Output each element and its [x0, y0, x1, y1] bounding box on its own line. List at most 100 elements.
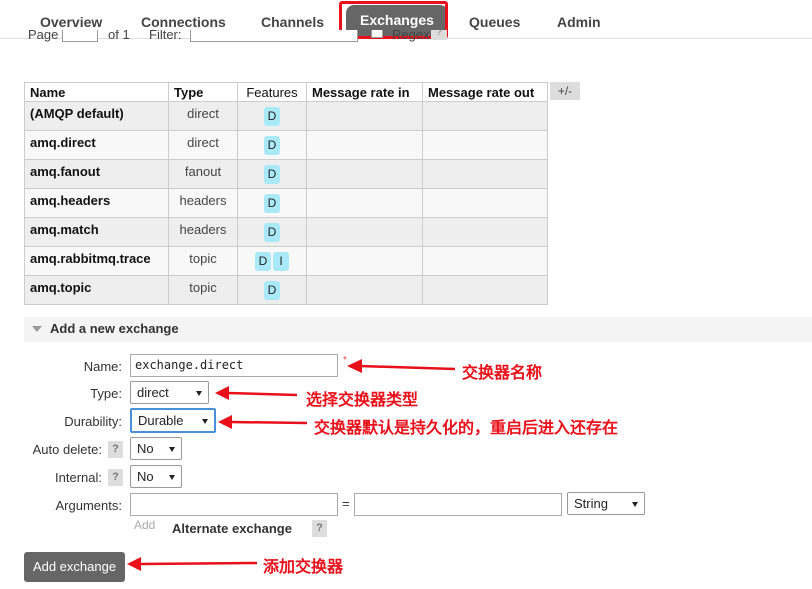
exchange-name[interactable]: amq.headers [24, 188, 169, 218]
filter-input[interactable] [190, 30, 358, 42]
exchange-features: D [237, 101, 307, 131]
exchange-features: D [237, 130, 307, 160]
collapse-triangle-icon [32, 326, 42, 332]
exchange-type: fanout [168, 159, 238, 189]
auto-delete-help-icon[interactable]: ? [108, 441, 123, 458]
durable-badge: D [264, 194, 280, 213]
rate-in-cell [306, 159, 423, 189]
arrow-name-head [347, 359, 362, 373]
durability-label: Durability: [64, 414, 122, 429]
rate-out-cell [422, 159, 548, 189]
type-select[interactable]: direct [130, 381, 209, 404]
durable-badge: D [264, 107, 280, 126]
durability-select[interactable]: Durable [130, 408, 216, 433]
durable-badge: D [264, 136, 280, 155]
table-row[interactable]: amq.direct direct D [24, 130, 548, 160]
col-rate-in: Message rate in [306, 82, 423, 102]
exchange-features: D [237, 188, 307, 218]
table-row[interactable]: amq.rabbitmq.trace topic DI [24, 246, 548, 276]
page-of-label: of 1 [108, 30, 130, 42]
exchange-name[interactable]: amq.direct [24, 130, 169, 160]
tab-admin[interactable]: Admin [557, 0, 601, 39]
dropdown-arrow-icon [632, 502, 638, 507]
argument-value-input[interactable] [354, 493, 562, 516]
exchange-type: direct [168, 101, 238, 131]
add-argument-link[interactable]: Add [134, 518, 155, 532]
arrow-name [359, 364, 456, 371]
regex-checkbox[interactable] [371, 30, 383, 38]
annotation-durability: 交换器默认是持久化的，重启后进入还存在 [314, 420, 619, 437]
alternate-exchange-help-icon[interactable]: ? [312, 520, 327, 537]
alternate-exchange-link[interactable]: Alternate exchange [172, 521, 292, 536]
durability-select-value: Durable [138, 413, 184, 428]
rate-in-cell [306, 101, 423, 131]
regex-help-icon[interactable]: ? [431, 30, 447, 40]
exchange-features: D [237, 217, 307, 247]
argument-equals: = [342, 496, 350, 511]
rate-out-cell [422, 101, 548, 131]
argument-type-select[interactable]: String [567, 492, 645, 515]
columns-toggle-button[interactable]: +/- [550, 82, 580, 100]
rate-in-cell [306, 217, 423, 247]
rate-in-cell [306, 275, 423, 305]
arrow-submit-head [127, 557, 141, 571]
rate-in-cell [306, 246, 423, 276]
tab-queues[interactable]: Queues [469, 0, 520, 39]
page-select[interactable] [62, 30, 98, 42]
internal-select[interactable]: No [130, 465, 182, 488]
table-row[interactable]: amq.topic topic D [24, 275, 548, 305]
argument-key-input[interactable] [130, 493, 338, 516]
exchange-name[interactable]: amq.rabbitmq.trace [24, 246, 169, 276]
page-label: Page [28, 30, 59, 42]
exchange-type: direct [168, 130, 238, 160]
auto-delete-select[interactable]: No [130, 437, 182, 460]
table-row[interactable]: amq.headers headers D [24, 188, 548, 218]
add-exchange-section-header[interactable]: Add a new exchange [24, 317, 812, 342]
exchange-name-input[interactable]: exchange.direct [130, 354, 338, 377]
exchange-name[interactable]: amq.topic [24, 275, 169, 305]
rate-out-cell [422, 217, 548, 247]
dropdown-arrow-icon [169, 475, 175, 480]
type-select-value: direct [137, 385, 169, 400]
filter-label: Filter: [149, 30, 182, 42]
durable-badge: D [264, 281, 280, 300]
rate-in-cell [306, 188, 423, 218]
internal-help-icon[interactable]: ? [108, 469, 123, 486]
dropdown-arrow-icon [202, 419, 208, 424]
exchange-type: headers [168, 188, 238, 218]
exchange-name[interactable]: amq.fanout [24, 159, 169, 189]
table-row[interactable]: amq.fanout fanout D [24, 159, 548, 189]
exchange-type: headers [168, 217, 238, 247]
required-mark: * [343, 355, 347, 366]
table-row[interactable]: (AMQP default) direct D [24, 101, 548, 131]
add-exchange-button[interactable]: Add exchange [24, 552, 125, 582]
annotation-type: 选择交换器类型 [306, 392, 419, 409]
table-row[interactable]: amq.match headers D [24, 217, 548, 247]
col-type[interactable]: Type [168, 82, 238, 102]
arrow-durability-head [218, 415, 232, 429]
argument-type-value: String [574, 496, 608, 511]
col-features: Features [237, 82, 307, 102]
annotation-submit: 添加交换器 [263, 559, 344, 576]
exchange-name[interactable]: amq.match [24, 217, 169, 247]
col-name[interactable]: Name [24, 82, 169, 102]
internal-badge: I [273, 252, 289, 271]
exchange-features: D [237, 275, 307, 305]
annotation-name: 交换器名称 [462, 365, 543, 382]
arrow-type-head [215, 386, 229, 400]
table-header-row: Name Type Features Message rate in Messa… [24, 82, 548, 102]
rate-out-cell [422, 275, 548, 305]
exchange-name[interactable]: (AMQP default) [24, 101, 169, 131]
arrow-type [227, 391, 298, 397]
regex-label: Regex [392, 30, 430, 42]
rate-in-cell [306, 130, 423, 160]
exchanges-table: Name Type Features Message rate in Messa… [24, 82, 548, 305]
exchange-type: topic [168, 246, 238, 276]
auto-delete-label: Auto delete: [32, 442, 102, 457]
col-rate-out: Message rate out [422, 82, 548, 102]
exchange-features: DI [237, 246, 307, 276]
rate-out-cell [422, 246, 548, 276]
rate-out-cell [422, 130, 548, 160]
type-label: Type: [90, 386, 122, 401]
durable-badge: D [264, 223, 280, 242]
